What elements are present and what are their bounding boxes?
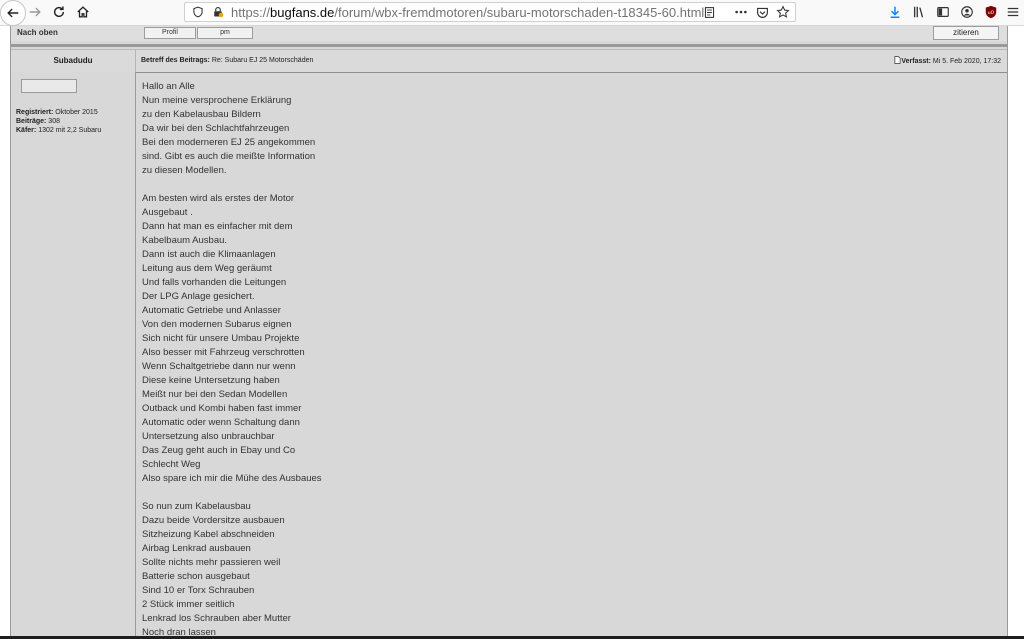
post-text-line: Schlecht Weg — [142, 459, 201, 470]
back-button[interactable] — [0, 0, 26, 26]
reload-icon — [53, 6, 65, 18]
lock-icon[interactable] — [211, 5, 225, 19]
sidebar-icon — [937, 7, 949, 17]
post-text-line: Diese keine Untersetzung haben — [142, 375, 280, 386]
url-text: https://bugfans.de/forum/wbx-fremdmotore… — [231, 5, 705, 20]
post-text-line: Kabelbaum Ausbau. — [142, 235, 228, 246]
account-icon — [961, 6, 973, 18]
post-text-line: Dann hat man es einfacher mit dem — [142, 221, 293, 232]
post-text-line: Batterie schon ausgebaut — [142, 571, 250, 582]
library-icon — [913, 6, 924, 18]
page-actions-icon — [735, 10, 747, 14]
back-icon — [7, 8, 19, 18]
post-text-line: Untersetzung also unbrauchbar — [142, 431, 275, 442]
post-text-line: Von den modernen Subarus eignen — [142, 319, 292, 330]
account-button[interactable] — [956, 1, 978, 23]
post-text-line: sind. Gibt es auch die meißte Informatio… — [142, 151, 316, 162]
post-text-line: Dazu beide Vordersitze ausbauen — [142, 515, 285, 526]
author-info: Registriert: Oktober 2015 Beiträge: 308 … — [16, 109, 102, 134]
post-text-line: Sind 10 er Torx Schrauben — [142, 585, 255, 596]
menu-button[interactable] — [1002, 1, 1024, 23]
post-text-line: Also spare ich mir die Mühe des Ausbaues — [142, 473, 322, 484]
post-text-line: Leitung aus dem Weg geräumt — [142, 263, 272, 274]
post-text-line: Sollte nichts mehr passieren weil — [142, 557, 281, 568]
post-text-line: Ausgebaut . — [142, 207, 193, 218]
post-date: Verfasst: Mi 5. Feb 2020, 17:32 — [894, 56, 1001, 65]
post-text-line: Nun meine versprochene Erklärung — [142, 95, 292, 106]
post-body: Hallo an Alle Nun meine versprochene Erkl… — [142, 80, 992, 639]
forward-icon — [29, 7, 41, 17]
post-text-line: Meißt nur bei den Sedan Modellen — [142, 389, 288, 400]
column-separator — [135, 50, 136, 72]
post-header: Subadudu Betreff des Beitrags: Re: Subar… — [11, 49, 1007, 73]
post-text-line: zu den Kabelausbau Bildern — [142, 109, 261, 120]
post-text-line: Lenkrad los Schrauben aber Mutter — [142, 613, 291, 624]
bookmark-star-icon — [776, 5, 790, 18]
forum-thread: Nach oben Profil pm zitieren Subadudu Be… — [10, 26, 1008, 639]
post-text-line: Airbag Lenkrad ausbauen — [142, 543, 251, 554]
post-subject: Betreff des Beitrags: Re: Subaru EJ 25 M… — [141, 57, 314, 64]
author-panel: Registriert: Oktober 2015 Beiträge: 308 … — [11, 72, 135, 639]
svg-text:uO: uO — [988, 10, 995, 16]
reader-view-icon — [704, 6, 714, 18]
pm-button[interactable]: pm — [197, 27, 253, 39]
ublock-icon: uO — [985, 5, 997, 19]
ublock-button[interactable]: uO — [980, 1, 1002, 23]
pocket-icon — [756, 7, 768, 18]
home-icon — [77, 6, 89, 18]
forward-button[interactable] — [24, 1, 46, 23]
browser-toolbar: https://bugfans.de/forum/wbx-fremdmotore… — [0, 0, 1024, 26]
post-text-line: Da wir bei den Schlachtfahrzeugen — [142, 123, 290, 134]
post-text-line: Sitzheizung Kabel abschneiden — [142, 529, 275, 540]
post-text-line: So nun zum Kabelausbau — [142, 501, 251, 512]
sidebar-button[interactable] — [932, 1, 954, 23]
post-author-name[interactable]: Subadudu — [11, 56, 135, 65]
download-icon — [890, 6, 900, 18]
menu-icon — [1007, 7, 1019, 17]
avatar[interactable] — [21, 79, 77, 93]
post-divider — [11, 44, 1007, 47]
post-text-line: Automatic oder wenn Schaltung dann — [142, 417, 300, 428]
profil-button[interactable]: Profil — [144, 27, 196, 39]
column-separator — [135, 72, 136, 639]
post-text-line: Das Zeug geht auch in Ebay und Co — [142, 445, 296, 456]
pocket-button[interactable] — [751, 1, 773, 23]
post-text-line: Hallo an Alle — [142, 81, 195, 92]
reader-view-button[interactable] — [698, 1, 720, 23]
post-text-line: Und falls vorhanden die Leitungen — [142, 277, 287, 288]
post-text-line: Wenn Schaltgetriebe dann nur wenn — [142, 361, 296, 372]
post-text-line: Am besten wird als erstes der Motor — [142, 193, 295, 204]
quote-button[interactable]: zitieren — [933, 26, 999, 40]
downloads-button[interactable] — [884, 1, 906, 23]
post-text-line: Bei den moderneren EJ 25 angekommen — [142, 137, 316, 148]
post-text-line: Outback und Kombi haben fast immer — [142, 403, 302, 414]
post-text-line: Sich nicht für unsere Umbau Projekte — [142, 333, 300, 344]
post-text-line: Dann ist auch die Klimaanlagen — [142, 249, 276, 260]
post-text-line: Automatic Getriebe und Anlasser — [142, 305, 281, 316]
tracking-shield-icon[interactable] — [191, 5, 205, 19]
page-actions-button[interactable] — [730, 1, 752, 23]
post-text-line: Also besser mit Fahrzeug verschrotten — [142, 347, 305, 358]
nach-oben-link[interactable]: Nach oben — [17, 28, 58, 37]
home-button[interactable] — [72, 1, 94, 23]
post-text-line: zu diesen Modellen. — [142, 165, 227, 176]
previous-post-footer: Nach oben Profil pm zitieren — [11, 26, 1007, 41]
post-text-line: 2 Stück immer seitlich — [142, 599, 235, 610]
library-button[interactable] — [908, 1, 930, 23]
post-text-line: Der LPG Anlage gesichert. — [142, 291, 255, 302]
bookmark-button[interactable] — [772, 1, 794, 23]
reload-button[interactable] — [48, 1, 70, 23]
